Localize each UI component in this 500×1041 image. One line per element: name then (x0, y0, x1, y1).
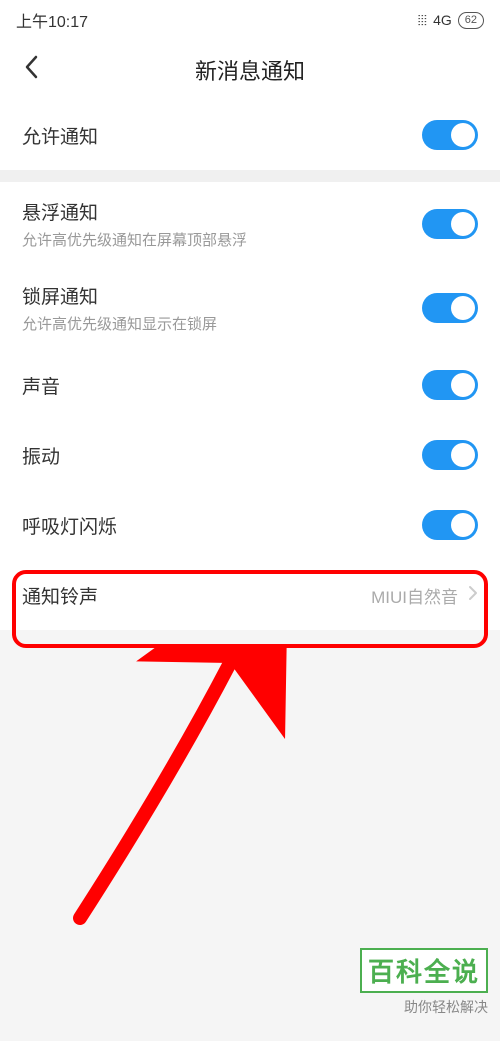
network-label: 4G (433, 12, 452, 28)
annotation-arrow-icon (50, 648, 310, 928)
row-ringtone[interactable]: 通知铃声 MIUI自然音 (0, 560, 500, 630)
row-title: 悬浮通知 (22, 198, 247, 225)
row-title: 允许通知 (22, 122, 98, 149)
chevron-right-icon (468, 584, 478, 607)
row-title: 通知铃声 (22, 582, 98, 609)
toggle-allow[interactable] (422, 120, 478, 150)
row-lockscreen-notification: 锁屏通知 允许高优先级通知显示在锁屏 (0, 266, 500, 350)
row-led: 呼吸灯闪烁 (0, 490, 500, 560)
row-floating-notification: 悬浮通知 允许高优先级通知在屏幕顶部悬浮 (0, 182, 500, 266)
row-vibrate: 振动 (0, 420, 500, 490)
watermark: 百科全说 助你轻松解决 (360, 948, 488, 1017)
toggle-vibrate[interactable] (422, 440, 478, 470)
section-gap (0, 170, 500, 182)
row-allow-notification: 允许通知 (0, 100, 500, 170)
status-right: ⦙⦙⦙ 4G 62 (418, 12, 484, 29)
page-title: 新消息通知 (195, 54, 305, 86)
nav-header: 新消息通知 (0, 40, 500, 100)
watermark-subtitle: 助你轻松解决 (360, 997, 488, 1017)
toggle-lockscreen[interactable] (422, 293, 478, 323)
section-allow: 允许通知 (0, 100, 500, 170)
row-title: 呼吸灯闪烁 (22, 512, 117, 539)
row-title: 声音 (22, 372, 60, 399)
toggle-led[interactable] (422, 510, 478, 540)
row-subtitle: 允许高优先级通知在屏幕顶部悬浮 (22, 229, 247, 250)
row-value-group: MIUI自然音 (371, 583, 478, 608)
row-title: 振动 (22, 442, 60, 469)
back-icon[interactable] (16, 53, 40, 88)
row-sound: 声音 (0, 350, 500, 420)
section-details: 悬浮通知 允许高优先级通知在屏幕顶部悬浮 锁屏通知 允许高优先级通知显示在锁屏 … (0, 182, 500, 630)
battery-icon: 62 (458, 12, 484, 29)
toggle-floating[interactable] (422, 209, 478, 239)
row-title: 锁屏通知 (22, 282, 217, 309)
watermark-title: 百科全说 (360, 948, 488, 993)
status-time: 上午10:17 (16, 8, 88, 32)
toggle-sound[interactable] (422, 370, 478, 400)
row-subtitle: 允许高优先级通知显示在锁屏 (22, 313, 217, 334)
ringtone-value: MIUI自然音 (371, 583, 458, 608)
signal-icon: ⦙⦙⦙ (418, 12, 427, 29)
status-bar: 上午10:17 ⦙⦙⦙ 4G 62 (0, 0, 500, 40)
